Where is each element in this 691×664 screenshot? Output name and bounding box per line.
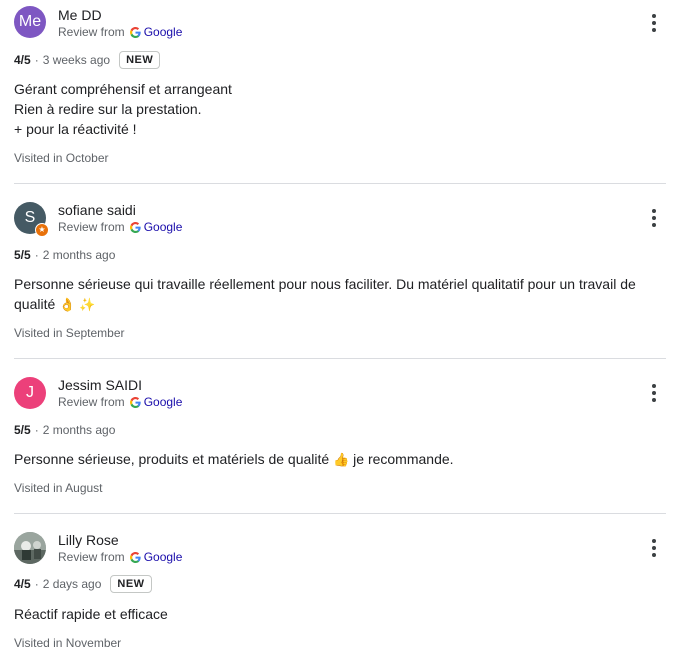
- avatar-initials: S: [24, 209, 36, 226]
- review-text-fragment: Personne sérieuse, produits et matériels…: [14, 451, 330, 467]
- thumbs-up-emoji-icon: 👍: [333, 453, 350, 468]
- review-source-google-link[interactable]: Google: [144, 220, 183, 234]
- profile-photo-icon: [14, 532, 46, 564]
- google-icon: [129, 551, 141, 563]
- google-icon: [129, 221, 141, 233]
- review-meta: 4/5 · 3 weeks ago NEW: [14, 50, 161, 70]
- review-source-google-link[interactable]: Google: [144, 395, 183, 409]
- review-text: Personne sérieuse, produits et matériels…: [14, 449, 654, 471]
- more-dot: [652, 14, 656, 18]
- more-options-button[interactable]: [643, 207, 665, 229]
- review-text-line: Personne sérieuse qui travaille réelleme…: [14, 276, 636, 292]
- more-dot: [652, 539, 656, 543]
- review-source-google-link[interactable]: Google: [144, 550, 183, 564]
- review-text-line: Réactif rapide et efficace: [14, 606, 168, 622]
- local-guide-badge-icon: ★: [35, 223, 49, 237]
- meta-separator: ·: [34, 577, 39, 591]
- avatar-initials: Me: [18, 13, 42, 30]
- review-rating: 5/5: [14, 423, 31, 437]
- visited-date: Visited in September: [14, 326, 125, 340]
- meta-separator: ·: [34, 248, 39, 262]
- divider: [14, 358, 666, 359]
- review-text-line: qualité 👌 ✨: [14, 294, 654, 316]
- more-dot: [652, 553, 656, 557]
- reviewer-name[interactable]: Me DD: [58, 7, 102, 23]
- review-source-google-link[interactable]: Google: [144, 25, 183, 39]
- review-time: 3 weeks ago: [42, 53, 111, 67]
- more-options-button[interactable]: [643, 12, 665, 34]
- review-text-fragment: je recommande.: [353, 451, 454, 467]
- review-text-line: Personne sérieuse, produits et matériels…: [14, 449, 654, 471]
- review-meta: 4/5 · 2 days ago NEW: [14, 574, 152, 594]
- more-dot: [652, 398, 656, 402]
- review-source: Review from Google: [58, 25, 182, 39]
- more-options-button[interactable]: [643, 537, 665, 559]
- more-dot: [652, 209, 656, 213]
- review-rating: 5/5: [14, 248, 31, 262]
- meta-separator: ·: [34, 53, 39, 67]
- divider: [14, 183, 666, 184]
- avatar-photo[interactable]: [14, 532, 46, 564]
- review-text-fragment: qualité: [14, 296, 56, 312]
- reviewer-name[interactable]: sofiane saidi: [58, 202, 136, 218]
- meta-separator: ·: [34, 423, 39, 437]
- review-source: Review from Google: [58, 220, 182, 234]
- review-source: Review from Google: [58, 395, 182, 409]
- divider: [14, 513, 666, 514]
- avatar-initials: J: [26, 384, 34, 401]
- review-rating: 4/5: [14, 577, 31, 591]
- more-dot: [652, 216, 656, 220]
- review-source-prefix: Review from: [58, 25, 125, 39]
- review-source: Review from Google: [58, 550, 182, 564]
- review-rating: 4/5: [14, 53, 31, 67]
- reviewer-name[interactable]: Jessim SAIDI: [58, 377, 142, 393]
- more-dot: [652, 391, 656, 395]
- more-dot: [652, 223, 656, 227]
- review-text-line: + pour la réactivité !: [14, 121, 137, 137]
- avatar[interactable]: Me: [14, 6, 46, 38]
- review-time: 2 months ago: [42, 423, 116, 437]
- more-options-button[interactable]: [643, 382, 665, 404]
- more-dot: [652, 21, 656, 25]
- visited-date: Visited in August: [14, 481, 103, 495]
- ok-hand-emoji-icon: 👌: [59, 298, 76, 313]
- review-text-line: Rien à redire sur la prestation.: [14, 101, 202, 117]
- new-badge: NEW: [119, 51, 161, 69]
- google-icon: [129, 26, 141, 38]
- more-dot: [652, 28, 656, 32]
- review-text: Gérant compréhensif et arrangeant Rien à…: [14, 79, 654, 139]
- avatar[interactable]: J: [14, 377, 46, 409]
- google-icon: [129, 396, 141, 408]
- review-time: 2 months ago: [42, 248, 116, 262]
- review-text-line: Gérant compréhensif et arrangeant: [14, 81, 232, 97]
- review-meta: 5/5 · 2 months ago: [14, 245, 115, 265]
- review-text: Réactif rapide et efficace: [14, 604, 654, 624]
- review-source-prefix: Review from: [58, 395, 125, 409]
- review-source-prefix: Review from: [58, 220, 125, 234]
- review-source-prefix: Review from: [58, 550, 125, 564]
- reviewer-name[interactable]: Lilly Rose: [58, 532, 119, 548]
- review-meta: 5/5 · 2 months ago: [14, 420, 115, 440]
- visited-date: Visited in October: [14, 151, 109, 165]
- review-time: 2 days ago: [42, 577, 102, 591]
- visited-date: Visited in November: [14, 636, 122, 650]
- avatar[interactable]: S ★: [14, 202, 49, 237]
- more-dot: [652, 384, 656, 388]
- more-dot: [652, 546, 656, 550]
- sparkles-emoji-icon: ✨: [79, 298, 96, 313]
- new-badge: NEW: [110, 575, 152, 593]
- review-text: Personne sérieuse qui travaille réelleme…: [14, 274, 654, 316]
